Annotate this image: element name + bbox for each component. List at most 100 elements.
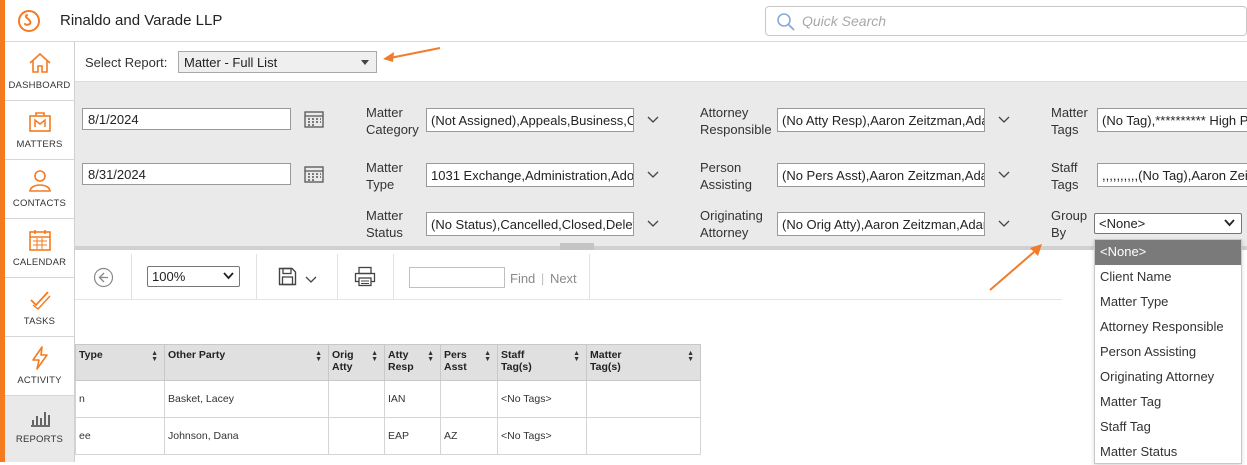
sidebar-item-contacts[interactable]: CONTACTS <box>5 160 74 219</box>
annotation-arrow-icon <box>383 47 441 62</box>
column-header-orig-atty[interactable]: Orig Atty ▲ ▼ <box>328 344 385 381</box>
table-cell <box>586 380 701 418</box>
table-cell: AZ <box>440 417 498 455</box>
originating-attorney-select[interactable]: (No Orig Atty),Aaron Zeitzman,Adam Pine <box>777 212 985 236</box>
sidebar-item-label: ACTIVITY <box>17 375 62 386</box>
quick-search-input[interactable] <box>802 11 1202 31</box>
group-by-select[interactable]: <None> <box>1094 213 1242 234</box>
sort-icon[interactable]: ▲ ▼ <box>151 350 158 363</box>
home-icon <box>29 52 51 73</box>
chevron-down-icon[interactable] <box>305 276 317 284</box>
column-header-staff-tags[interactable]: Staff Tag(s) ▲ ▼ <box>497 344 587 381</box>
contacts-icon <box>29 170 51 192</box>
report-select[interactable]: Matter - Full List <box>178 51 377 73</box>
group-by-option[interactable]: Originating Attorney <box>1095 365 1241 390</box>
calendar-picker-icon[interactable] <box>304 165 324 183</box>
person-assisting-select[interactable]: (No Pers Asst),Aaron Zeitzman,Adam Pine <box>777 163 985 187</box>
sort-icon[interactable]: ▲ ▼ <box>484 350 491 363</box>
search-icon <box>777 13 795 31</box>
accent-strip <box>0 0 5 42</box>
sidebar: DASHBOARD MATTERS CONTACTS CALENDAR TASK… <box>0 42 75 462</box>
sort-icon[interactable]: ▲ ▼ <box>315 350 322 363</box>
zoom-select[interactable]: 100% <box>147 266 240 287</box>
group-by-option[interactable]: <None> <box>1095 240 1241 265</box>
back-arrow-icon[interactable] <box>93 267 114 288</box>
sort-icon[interactable]: ▲ ▼ <box>427 350 434 363</box>
app-title: Rinaldo and Varade LLP <box>60 12 223 29</box>
sidebar-item-label: TASKS <box>23 316 56 327</box>
bar-chart-icon <box>31 412 50 427</box>
column-header-atty-resp[interactable]: Atty Resp ▲ ▼ <box>384 344 441 381</box>
matter-tags-select[interactable]: (No Tag),********** High Priority <box>1097 108 1247 132</box>
column-header-matter-tags[interactable]: Matter Tag(s) ▲ ▼ <box>586 344 701 381</box>
sidebar-item-label: CONTACTS <box>12 198 67 209</box>
sidebar-item-matters[interactable]: MATTERS <box>5 101 74 160</box>
next-button[interactable]: Next <box>550 271 577 286</box>
table-cell: <No Tags> <box>497 417 587 455</box>
column-header-type[interactable]: Type ▲ ▼ <box>75 344 165 381</box>
find-input[interactable] <box>409 267 505 288</box>
find-separator: | <box>540 271 545 286</box>
sort-icon[interactable]: ▲ ▼ <box>687 350 694 363</box>
sidebar-item-activity[interactable]: ACTIVITY <box>5 337 74 396</box>
group-by-option[interactable]: Staff Tag <box>1095 415 1241 440</box>
table-row: n Basket, Lacey IAN <No Tags> <box>75 380 701 418</box>
top-bar: Rinaldo and Varade LLP <box>0 0 1247 42</box>
matter-tags-label: Matter Tags <box>1051 105 1088 137</box>
matter-status-select[interactable]: (No Status),Cancelled,Closed,Deleted,Ope… <box>426 212 634 236</box>
chevron-down-icon[interactable] <box>998 220 1010 228</box>
chevron-down-icon[interactable] <box>647 116 659 124</box>
staff-tags-label: Staff Tags <box>1051 160 1079 192</box>
quick-search-box[interactable] <box>765 6 1247 36</box>
matter-type-select[interactable]: 1031 Exchange,Administration,Adoption,Ag… <box>426 163 634 187</box>
sidebar-item-tasks[interactable]: TASKS <box>5 278 74 337</box>
group-by-option[interactable]: Client Name <box>1095 265 1241 290</box>
chevron-down-icon[interactable] <box>998 116 1010 124</box>
calendar-picker-icon[interactable] <box>304 110 324 128</box>
toolbar-separator <box>393 254 394 300</box>
chevron-down-icon <box>223 272 234 280</box>
column-header-pers-asst[interactable]: Pers Asst ▲ ▼ <box>440 344 498 381</box>
matter-category-select[interactable]: (Not Assigned),Appeals,Business,Collecti… <box>426 108 634 132</box>
group-by-option[interactable]: Person Assisting <box>1095 340 1241 365</box>
end-date-input[interactable]: 8/31/2024 <box>82 163 291 185</box>
chevron-down-icon[interactable] <box>647 171 659 179</box>
sidebar-item-dashboard[interactable]: DASHBOARD <box>5 42 74 101</box>
sidebar-item-label: DASHBOARD <box>8 80 71 91</box>
table-cell: ee <box>75 417 165 455</box>
panel-splitter[interactable] <box>75 243 1247 250</box>
sidebar-item-calendar[interactable]: CALENDAR <box>5 219 74 278</box>
chevron-down-icon[interactable] <box>647 220 659 228</box>
table-cell: Johnson, Dana <box>164 417 329 455</box>
group-by-option[interactable]: Attorney Responsible <box>1095 315 1241 340</box>
lightning-icon <box>32 346 48 370</box>
sort-icon[interactable]: ▲ ▼ <box>371 350 378 363</box>
matter-category-label: Matter Category <box>366 105 419 137</box>
find-next-controls: Find | Next <box>510 271 577 286</box>
group-by-option[interactable]: Matter Type <box>1095 290 1241 315</box>
sidebar-item-label: MATTERS <box>16 139 63 150</box>
app-logo-icon[interactable] <box>17 9 41 33</box>
attorney-responsible-select[interactable]: (No Atty Resp),Aaron Zeitzman,Adam Pine <box>777 108 985 132</box>
report-select-bar: Select Report: Matter - Full List <box>75 42 1247 82</box>
group-by-value: <None> <box>1099 216 1146 231</box>
staff-tags-select[interactable]: ,,,,,,,,,,(No Tag),Aaron Zeitzman <box>1097 163 1247 187</box>
table-cell: IAN <box>384 380 441 418</box>
table-cell: n <box>75 380 165 418</box>
save-icon[interactable] <box>278 267 297 286</box>
sort-icon[interactable]: ▲ ▼ <box>573 350 580 363</box>
table-cell <box>328 380 385 418</box>
chevron-down-icon[interactable] <box>998 171 1010 179</box>
splitter-handle[interactable] <box>560 243 594 250</box>
sidebar-item-label: CALENDAR <box>12 257 67 268</box>
group-by-option[interactable]: Matter Tag <box>1095 390 1241 415</box>
find-button[interactable]: Find <box>510 271 535 286</box>
print-icon[interactable] <box>354 266 376 287</box>
sidebar-item-reports[interactable]: REPORTS <box>5 396 74 462</box>
column-header-other-party[interactable]: Other Party ▲ ▼ <box>164 344 329 381</box>
group-by-option[interactable]: Matter Status <box>1095 440 1241 465</box>
start-date-input[interactable]: 8/1/2024 <box>82 108 291 130</box>
report-table: Type ▲ ▼ Other Party ▲ ▼ Orig Atty ▲ ▼ Atty Resp… <box>75 344 701 455</box>
originating-attorney-label: Originating Attorney <box>700 208 763 240</box>
select-report-label: Select Report: <box>85 55 168 70</box>
